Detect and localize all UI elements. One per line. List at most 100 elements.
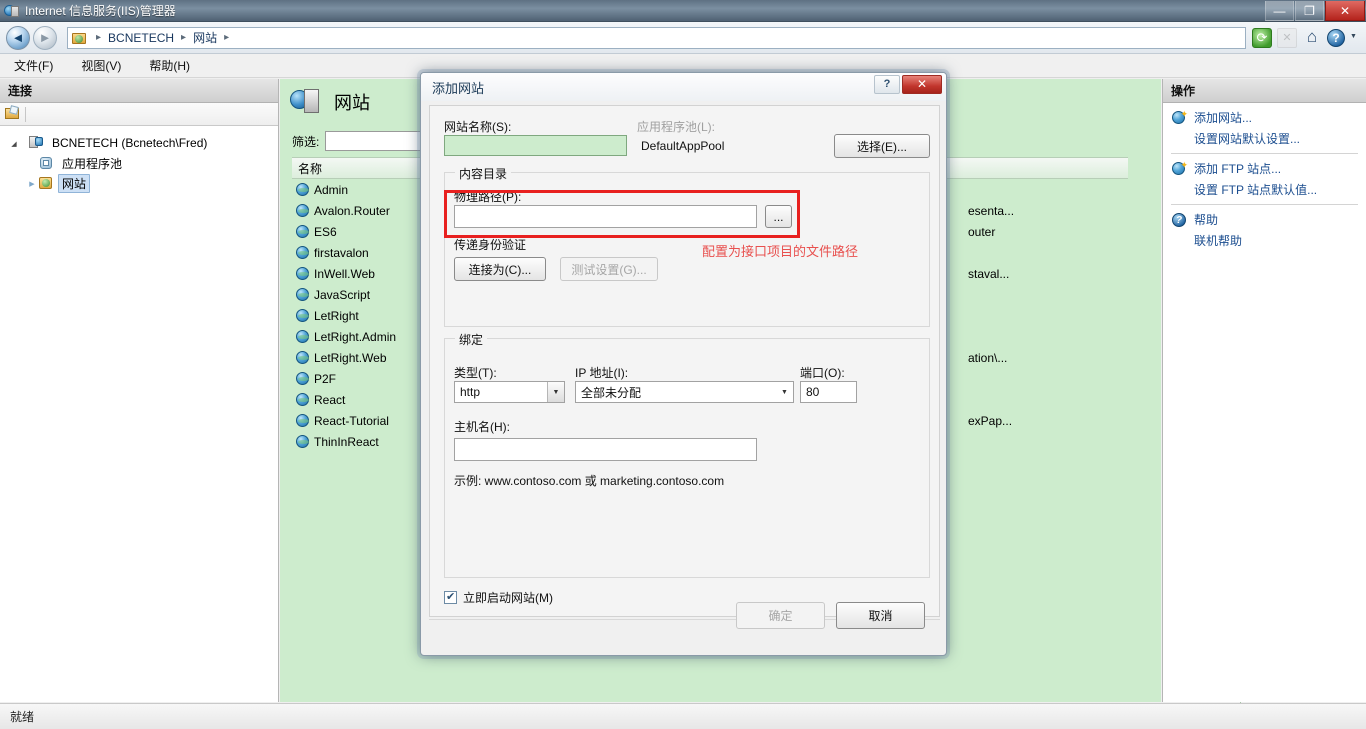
content-directory-group-title: 内容目录 bbox=[455, 165, 512, 182]
help-icon[interactable] bbox=[1327, 28, 1345, 47]
actions-pane: 操作 ✦ 添加网站... 设置网站默认设置... ✦ 添加 FTP 站点... … bbox=[1162, 79, 1366, 702]
breadcrumb-item-server[interactable]: BCNETECH bbox=[107, 31, 175, 45]
website-icon bbox=[296, 330, 309, 343]
browse-physical-path-button[interactable]: ... bbox=[765, 205, 792, 228]
app-pool-label: 应用程序池(L): bbox=[637, 120, 716, 134]
site-name-label: 网站名称(S): bbox=[444, 120, 512, 134]
website-icon bbox=[296, 225, 309, 238]
action-help[interactable]: 帮助 bbox=[1163, 209, 1366, 230]
minimize-button[interactable]: — bbox=[1265, 1, 1294, 21]
cancel-button[interactable]: 取消 bbox=[836, 602, 925, 629]
start-website-label: 立即启动网站(M) bbox=[463, 591, 553, 605]
iis-manager-icon bbox=[4, 3, 20, 19]
connections-tree: BCNETECH (Bcnetech\Fred) 应用程序池 网站 bbox=[0, 126, 278, 193]
sites-globe-icon bbox=[290, 87, 324, 117]
passthrough-auth-label: 传递身份验证 bbox=[454, 238, 527, 252]
site-name-label: JavaScript bbox=[314, 287, 371, 302]
window-controls: — ❐ ✕ bbox=[1265, 0, 1366, 21]
menu-item-view[interactable]: 视图(V) bbox=[77, 55, 125, 76]
site-name-cell: Avalon.Router bbox=[292, 204, 432, 218]
site-name-label: ThinInReact bbox=[314, 434, 379, 449]
start-website-checkbox[interactable] bbox=[444, 590, 457, 604]
site-name-cell: P2F bbox=[292, 372, 432, 386]
website-icon bbox=[296, 351, 309, 364]
port-input[interactable]: 80 bbox=[800, 381, 857, 403]
refresh-icon[interactable] bbox=[1252, 27, 1272, 48]
page-title: 网站 bbox=[334, 93, 370, 113]
connect-to-server-icon[interactable] bbox=[5, 105, 20, 121]
dialog-help-button[interactable]: ? bbox=[874, 75, 900, 94]
ok-button: 确定 bbox=[736, 602, 825, 629]
home-icon[interactable] bbox=[1302, 28, 1322, 48]
back-button[interactable]: ◄ bbox=[6, 25, 30, 50]
add-website-dialog: 添加网站 ? ✕ 网站名称(S): 应用程序池(L): DefaultAppPo… bbox=[420, 72, 947, 656]
expand-collapse-icon[interactable] bbox=[26, 179, 38, 188]
chevron-down-icon[interactable]: ▼ bbox=[776, 382, 793, 402]
action-set-ftp-site-defaults[interactable]: 设置 FTP 站点默认值... bbox=[1163, 179, 1366, 200]
title-bar: Internet 信息服务(IIS)管理器 — ❐ ✕ bbox=[0, 0, 1366, 22]
filter-label: 筛选: bbox=[292, 134, 320, 149]
chevron-down-icon[interactable] bbox=[1350, 28, 1358, 48]
column-header-name[interactable]: 名称 bbox=[292, 158, 432, 178]
tree-node-server[interactable]: BCNETECH (Bcnetech\Fred) bbox=[6, 133, 278, 153]
actions-divider bbox=[1171, 153, 1358, 154]
action-label: 帮助 bbox=[1194, 213, 1219, 227]
breadcrumb-separator: ▸ bbox=[181, 32, 187, 43]
site-name-cell: LetRight.Web bbox=[292, 351, 432, 365]
iis-manager-window: Internet 信息服务(IIS)管理器 — ❐ ✕ ◄ ► ▸ BCNETE… bbox=[0, 0, 1366, 729]
connect-as-button[interactable]: 连接为(C)... bbox=[454, 257, 546, 281]
action-set-website-defaults[interactable]: 设置网站默认设置... bbox=[1163, 128, 1366, 149]
connections-header: 连接 bbox=[0, 79, 278, 103]
site-name-cell: JavaScript bbox=[292, 288, 432, 302]
site-path-cell: ation\... bbox=[968, 350, 1008, 365]
start-website-row[interactable]: 立即启动网站(M) bbox=[444, 589, 553, 606]
actions-divider bbox=[1171, 204, 1358, 205]
address-bar: ◄ ► ▸ BCNETECH ▸ 网站 ▸ bbox=[0, 22, 1366, 54]
physical-path-input[interactable] bbox=[454, 205, 757, 228]
website-icon bbox=[296, 183, 309, 196]
site-name-label: React bbox=[314, 392, 346, 407]
breadcrumb-item-sites[interactable]: 网站 bbox=[192, 29, 218, 46]
menu-item-file[interactable]: 文件(F) bbox=[10, 55, 57, 76]
breadcrumb-separator: ▸ bbox=[96, 32, 102, 43]
connections-toolbar bbox=[0, 103, 278, 126]
site-name-label: LetRight.Admin bbox=[314, 329, 397, 344]
site-name-label: LetRight bbox=[314, 308, 359, 323]
site-name-input[interactable] bbox=[444, 135, 627, 156]
expand-collapse-icon[interactable] bbox=[8, 139, 20, 148]
site-path-cell: outer bbox=[968, 224, 996, 239]
select-app-pool-button[interactable]: 选择(E)... bbox=[834, 134, 930, 158]
site-name-cell: React-Tutorial bbox=[292, 414, 432, 428]
actions-list: ✦ 添加网站... 设置网站默认设置... ✦ 添加 FTP 站点... 设置 … bbox=[1163, 103, 1366, 251]
dialog-close-button[interactable]: ✕ bbox=[902, 75, 942, 94]
site-name-cell: LetRight bbox=[292, 309, 432, 323]
dialog-window-controls: ? ✕ bbox=[874, 75, 942, 94]
host-name-input[interactable] bbox=[454, 438, 757, 461]
site-name-cell: InWell.Web bbox=[292, 267, 432, 281]
help-icon bbox=[1171, 212, 1188, 228]
action-label: 设置网站默认设置... bbox=[1194, 132, 1301, 146]
site-name-cell: ThinInReact bbox=[292, 435, 432, 449]
site-name-label: InWell.Web bbox=[314, 266, 375, 281]
tree-node-app-pools[interactable]: 应用程序池 bbox=[6, 153, 278, 173]
ip-address-select[interactable]: 全部未分配 ▼ bbox=[575, 381, 794, 403]
tree-node-sites[interactable]: 网站 bbox=[6, 173, 278, 193]
menu-item-help[interactable]: 帮助(H) bbox=[145, 55, 194, 76]
breadcrumb[interactable]: ▸ BCNETECH ▸ 网站 ▸ bbox=[67, 26, 1246, 49]
close-button[interactable]: ✕ bbox=[1325, 1, 1365, 21]
action-online-help[interactable]: 联机帮助 bbox=[1163, 230, 1366, 251]
website-icon bbox=[296, 309, 309, 322]
action-label: 联机帮助 bbox=[1194, 234, 1243, 248]
binding-type-select[interactable]: http ▼ bbox=[454, 381, 565, 403]
maximize-button[interactable]: ❐ bbox=[1295, 1, 1324, 21]
site-path-cell: exPap... bbox=[968, 413, 1013, 428]
site-name-label: firstavalon bbox=[314, 245, 369, 260]
site-path-cell: esenta... bbox=[968, 203, 1015, 218]
port-label: 端口(O): bbox=[800, 366, 845, 380]
action-add-website[interactable]: ✦ 添加网站... bbox=[1163, 107, 1366, 128]
forward-button[interactable]: ► bbox=[33, 25, 57, 50]
chevron-down-icon[interactable]: ▼ bbox=[547, 382, 564, 402]
action-add-ftp-site[interactable]: ✦ 添加 FTP 站点... bbox=[1163, 158, 1366, 179]
website-icon bbox=[296, 288, 309, 301]
ip-address-label: IP 地址(I): bbox=[575, 366, 629, 380]
